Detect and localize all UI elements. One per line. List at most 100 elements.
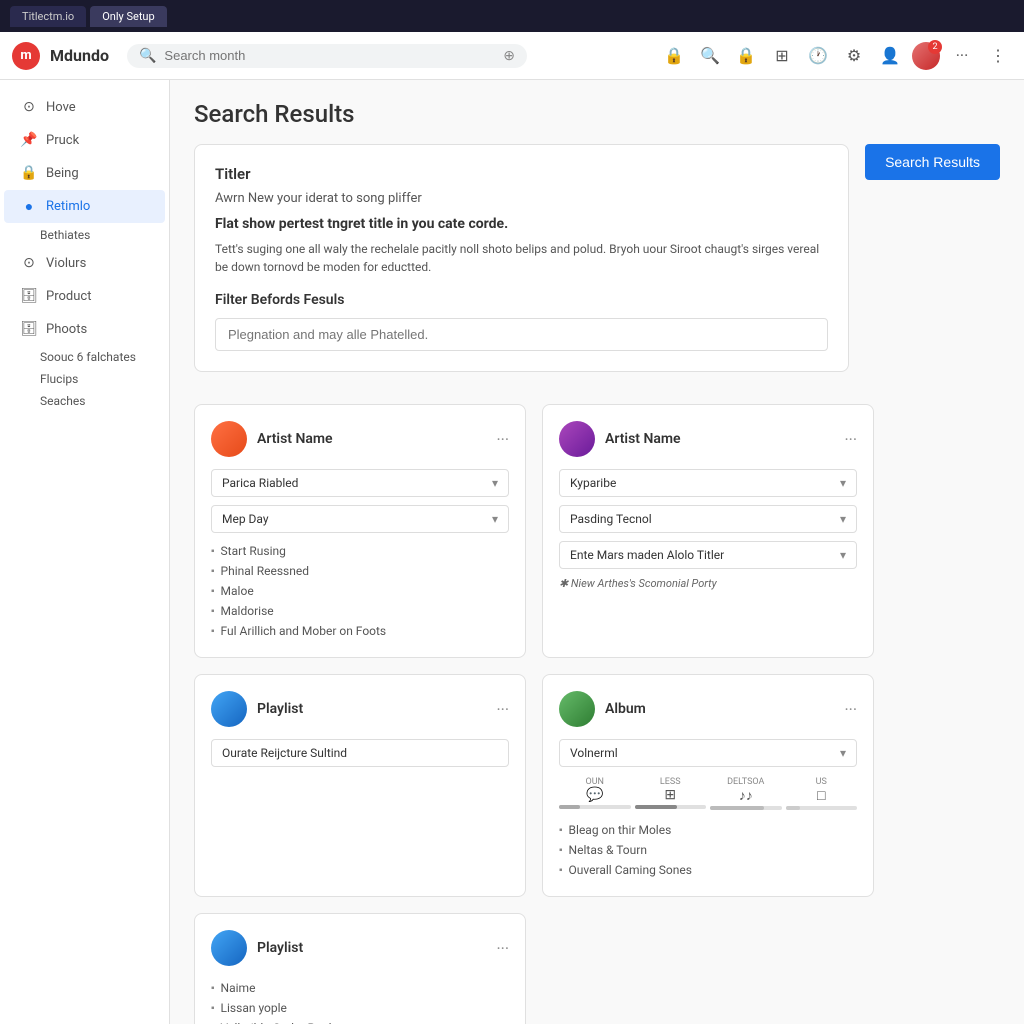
sidebar-label-phoots: Phoots: [46, 322, 87, 337]
sidebar-item-product[interactable]: 🗄 Product: [4, 280, 165, 312]
card-list-4: Bleag on thir Moles Neltas & Tourn Ouver…: [559, 820, 857, 880]
dropdown-3a[interactable]: Ourate Reijcture Sultind: [211, 739, 509, 767]
card-header-1: Artist Name ···: [211, 421, 509, 457]
sidebar-label-product: Product: [46, 289, 91, 304]
chevron-down-icon-1b: ▾: [492, 512, 498, 526]
info-card: Titler Awrn New your iderat to song plif…: [194, 144, 849, 372]
sidebar-label-being: Being: [46, 166, 79, 181]
search-input[interactable]: [164, 48, 495, 63]
hove-icon: ⊙: [20, 99, 38, 115]
list-item: Start Rusing: [211, 541, 509, 561]
list-item: Neltas & Tourn: [559, 840, 857, 860]
dropdown-4a[interactable]: Volnerml ▾: [559, 739, 857, 767]
pruck-icon: 📌: [20, 132, 38, 148]
menu-icon[interactable]: ⋮: [984, 42, 1012, 70]
card-menu-2[interactable]: ···: [844, 430, 857, 449]
card-title-2: Artist Name: [605, 431, 834, 447]
filter-section: Filter Befords Fesuls: [215, 292, 828, 351]
card-title-3: Playlist: [257, 701, 486, 717]
dropdown-2b[interactable]: Pasding Tecnol ▾: [559, 505, 857, 533]
card-title-5: Playlist: [257, 940, 486, 956]
sidebar-item-violurs[interactable]: ⊙ Violurs: [4, 247, 165, 279]
layout: ⊙ Hove 📌 Pruck 🔒 Being ● Retimlo Bethiat…: [0, 80, 1024, 1024]
card-note-2: ✱ Niew Arthes's Scomonial Porty: [559, 577, 857, 590]
grid-icon[interactable]: ⊞: [768, 42, 796, 70]
list-item: Ouverall Caming Sones: [559, 860, 857, 880]
chevron-down-icon-1a: ▾: [492, 476, 498, 490]
card-header-2: Artist Name ···: [559, 421, 857, 457]
header-icons: 🔒 🔍 🔒 ⊞ 🕐 ⚙ 👤 2 ··· ⋮: [660, 42, 1012, 70]
sidebar-item-hove[interactable]: ⊙ Hove: [4, 91, 165, 123]
card-avatar-1: [211, 421, 247, 457]
list-item: Maloe: [211, 581, 509, 601]
sidebar-sub-soouc[interactable]: Soouc 6 falchates: [0, 346, 169, 368]
card-avatar-4: [559, 691, 595, 727]
search-options-icon: ⊕: [503, 48, 515, 64]
list-item: Maldorise: [211, 601, 509, 621]
sidebar-item-phoots[interactable]: 🗄 Phoots: [4, 313, 165, 345]
card-menu-4[interactable]: ···: [844, 700, 857, 719]
sidebar-item-pruck[interactable]: 📌 Pruck: [4, 124, 165, 156]
sidebar-label-hove: Hove: [46, 100, 76, 115]
lock-icon[interactable]: 🔒: [660, 42, 688, 70]
search-icon: 🔍: [139, 48, 156, 64]
chevron-down-icon-4a: ▾: [840, 746, 846, 760]
phoots-icon: 🗄: [20, 321, 38, 337]
sidebar-item-being[interactable]: 🔒 Being: [4, 157, 165, 189]
topbar-tabs: Titlectm.io Only Setup: [10, 6, 167, 27]
card-menu-3[interactable]: ···: [496, 700, 509, 719]
being-icon: 🔒: [20, 165, 38, 181]
sidebar-item-retimlo[interactable]: ● Retimlo: [4, 190, 165, 223]
card-avatar-2: [559, 421, 595, 457]
settings-icon[interactable]: ⚙: [840, 42, 868, 70]
topbar-tab-1[interactable]: Titlectm.io: [10, 6, 86, 27]
dropdown-2c[interactable]: Ente Mars maden Alolo Titler ▾: [559, 541, 857, 569]
search-results-btn-container: Search Results: [865, 144, 1000, 180]
card-menu-1[interactable]: ···: [496, 430, 509, 449]
topbar-tab-2[interactable]: Only Setup: [90, 6, 166, 27]
user-icon[interactable]: 👤: [876, 42, 904, 70]
chevron-down-icon-2b: ▾: [840, 512, 846, 526]
chevron-down-icon-2a: ▾: [840, 476, 846, 490]
list-item: Phinal Reessned: [211, 561, 509, 581]
retimlo-icon: ●: [20, 198, 38, 215]
filter-title: Filter Befords Fesuls: [215, 292, 828, 308]
search-results-button[interactable]: Search Results: [865, 144, 1000, 180]
search-icon-2[interactable]: 🔍: [696, 42, 724, 70]
sidebar-sub-bethiates[interactable]: Bethiates: [0, 224, 169, 246]
sidebar-sub-flucips[interactable]: Flucips: [0, 368, 169, 390]
card-title-1: Artist Name: [257, 431, 486, 447]
card-list-5: Naime Lissan yople Vallatible Greler Poo…: [211, 978, 509, 1024]
stat-less: LESS ⊞: [635, 777, 707, 810]
list-item: Bleag on thir Moles: [559, 820, 857, 840]
card-header-3: Playlist ···: [211, 691, 509, 727]
sidebar-label-pruck: Pruck: [46, 133, 79, 148]
header: m Mdundo 🔍 ⊕ 🔒 🔍 🔒 ⊞ 🕐 ⚙ 👤 2 ··· ⋮: [0, 32, 1024, 80]
security-icon[interactable]: 🔒: [732, 42, 760, 70]
card-menu-5[interactable]: ···: [496, 939, 509, 958]
list-item: Lissan yople: [211, 998, 509, 1018]
dropdown-1b[interactable]: Mep Day ▾: [211, 505, 509, 533]
notification-badge: 2: [928, 40, 942, 54]
card-artist-2: Artist Name ··· Kyparibe ▾ Pasding Tecno…: [542, 404, 874, 658]
card-playlist-1: Playlist ··· Ourate Reijcture Sultind: [194, 674, 526, 897]
clock-icon[interactable]: 🕐: [804, 42, 832, 70]
album-stats: OUN 💬 LESS ⊞ DELTSOA ♪♪: [559, 777, 857, 810]
chevron-down-icon-2c: ▾: [840, 548, 846, 562]
sidebar-label-violurs: Violurs: [46, 256, 86, 271]
filter-input[interactable]: [215, 318, 828, 351]
sidebar-label-retimlo: Retimlo: [46, 199, 90, 214]
card-artist-1: Artist Name ··· Parica Riabled ▾ Mep Day…: [194, 404, 526, 658]
logo-icon: m: [12, 42, 40, 70]
dropdown-1a[interactable]: Parica Riabled ▾: [211, 469, 509, 497]
card-avatar-3: [211, 691, 247, 727]
info-card-bold: Flat show pertest tngret title in you ca…: [215, 216, 828, 232]
card-avatar-5: [211, 930, 247, 966]
sidebar-sub-seaches[interactable]: Seaches: [0, 390, 169, 412]
dropdown-2a[interactable]: Kyparibe ▾: [559, 469, 857, 497]
info-card-body: Tett's suging one all waly the rechelale…: [215, 240, 828, 276]
avatar-container[interactable]: 2: [912, 42, 940, 70]
search-bar[interactable]: 🔍 ⊕: [127, 44, 527, 68]
stat-us: US □: [786, 777, 858, 810]
more-icon[interactable]: ···: [948, 42, 976, 70]
